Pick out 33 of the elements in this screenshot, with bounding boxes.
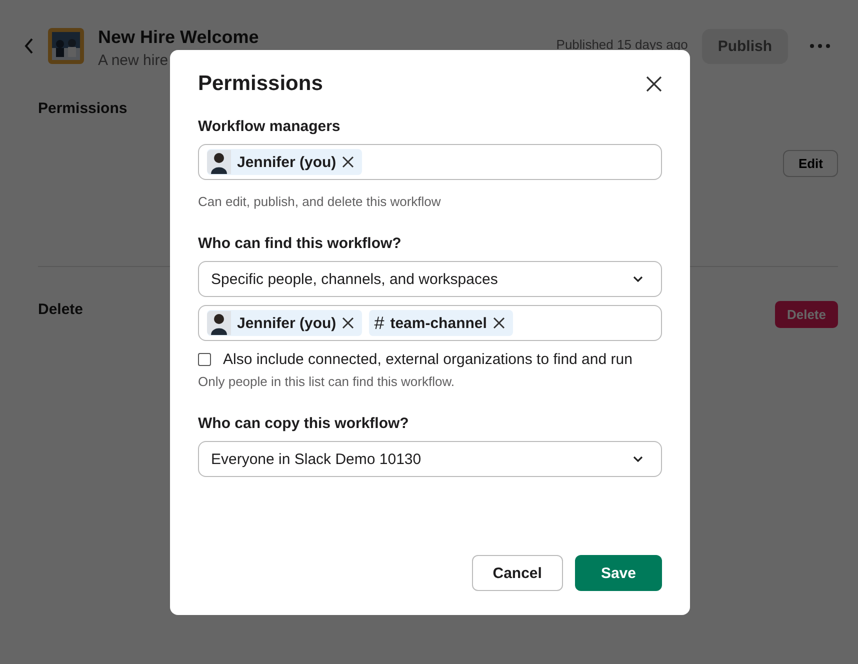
- field-label: Who can copy this workflow?: [198, 415, 410, 432]
- remove-icon[interactable]: [342, 317, 354, 329]
- save-button[interactable]: Save: [574, 555, 662, 591]
- remove-icon[interactable]: [492, 317, 505, 329]
- section-label: Delete: [38, 301, 84, 320]
- person-tag[interactable]: Jennifer (you): [207, 310, 362, 336]
- close-icon[interactable]: [646, 76, 662, 92]
- channel-tag[interactable]: # team-channel: [369, 310, 513, 336]
- managers-field[interactable]: Jennifer (you): [198, 144, 662, 180]
- hint-text: Only people in this list can find this workflow.: [198, 374, 456, 389]
- copy-dropdown[interactable]: Everyone in Slack Demo 10130: [198, 441, 662, 477]
- person-tag[interactable]: Jennifer (you): [207, 149, 362, 175]
- find-dropdown[interactable]: Specific people, channels, and workspaces: [198, 261, 662, 297]
- workflow-description: A new hire: [98, 52, 170, 69]
- workflow-title: New Hire Welcome: [98, 27, 259, 48]
- edit-button[interactable]: Edit: [783, 150, 838, 177]
- avatar-icon: [207, 311, 231, 335]
- chevron-down-icon: [633, 456, 643, 462]
- field-label: Who can find this workflow?: [198, 235, 402, 252]
- section-label: Permissions: [38, 100, 128, 117]
- dialog-title: Permissions: [198, 72, 323, 96]
- field-label: Workflow managers: [198, 118, 342, 135]
- chevron-down-icon: [633, 276, 643, 282]
- remove-icon[interactable]: [342, 156, 354, 168]
- back-icon[interactable]: [24, 38, 34, 54]
- checkbox-label: Also include connected, external organizations to find and run: [223, 351, 632, 368]
- cancel-button[interactable]: Cancel: [472, 555, 563, 591]
- avatar-icon: [207, 150, 231, 174]
- hint-text: Can edit, publish, and delete this workflow: [198, 194, 442, 209]
- audience-field[interactable]: Jennifer (you) # team-channel: [198, 305, 662, 341]
- more-icon[interactable]: [810, 44, 830, 48]
- hash-symbol: #: [373, 312, 384, 334]
- checkbox[interactable]: [198, 353, 211, 366]
